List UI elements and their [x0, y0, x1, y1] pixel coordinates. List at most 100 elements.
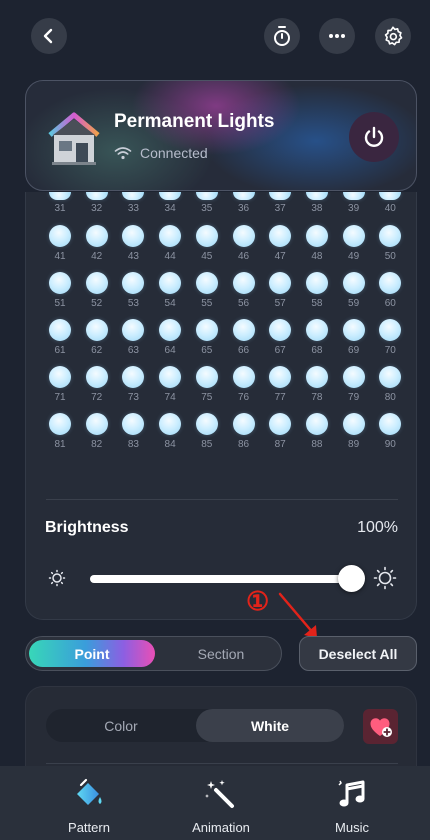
light-point[interactable]: 75: [189, 366, 225, 403]
light-point[interactable]: 78: [299, 366, 335, 403]
light-point[interactable]: 47: [262, 225, 298, 262]
light-number: 57: [274, 298, 286, 309]
more-button[interactable]: [319, 18, 355, 54]
light-dot: [122, 413, 145, 435]
light-point[interactable]: 59: [336, 272, 372, 309]
light-point[interactable]: 88: [299, 413, 335, 450]
light-point[interactable]: 38: [299, 192, 335, 214]
light-point[interactable]: 69: [336, 319, 372, 356]
light-point[interactable]: 44: [152, 225, 188, 262]
light-point[interactable]: 60: [372, 272, 408, 309]
light-point[interactable]: 66: [226, 319, 262, 356]
light-point[interactable]: 37: [262, 192, 298, 214]
light-point[interactable]: 65: [189, 319, 225, 356]
timer-button[interactable]: [264, 18, 300, 54]
light-point[interactable]: 45: [189, 225, 225, 262]
light-point[interactable]: 72: [79, 366, 115, 403]
light-point[interactable]: 73: [115, 366, 151, 403]
light-dot: [305, 319, 328, 341]
nav-pattern[interactable]: Pattern: [29, 766, 149, 840]
connection-status: Connected: [114, 145, 208, 161]
light-point[interactable]: 77: [262, 366, 298, 403]
light-point[interactable]: 46: [226, 225, 262, 262]
white-tab[interactable]: White: [196, 709, 344, 742]
light-point[interactable]: 84: [152, 413, 188, 450]
light-point[interactable]: 51: [42, 272, 78, 309]
light-point[interactable]: 62: [79, 319, 115, 356]
power-button[interactable]: [349, 112, 399, 162]
light-point[interactable]: 64: [152, 319, 188, 356]
light-point[interactable]: 55: [189, 272, 225, 309]
light-point[interactable]: 76: [226, 366, 262, 403]
light-point[interactable]: 87: [262, 413, 298, 450]
light-point[interactable]: 50: [372, 225, 408, 262]
light-dot: [269, 366, 292, 388]
light-point[interactable]: 52: [79, 272, 115, 309]
brightness-slider[interactable]: [90, 575, 352, 583]
nav-music-icon-wrap: [332, 776, 372, 812]
light-number: 74: [164, 392, 176, 403]
light-point[interactable]: 35: [189, 192, 225, 214]
top-bar: [0, 0, 430, 76]
light-point[interactable]: 80: [372, 366, 408, 403]
light-point[interactable]: 70: [372, 319, 408, 356]
light-row: 51 52 53 54 55 56 57 58 59 60: [42, 272, 402, 312]
light-dot: [342, 413, 365, 435]
light-point[interactable]: 81: [42, 413, 78, 450]
settings-button[interactable]: [375, 18, 411, 54]
light-point[interactable]: 33: [115, 192, 151, 214]
light-point[interactable]: 54: [152, 272, 188, 309]
add-favorite-button[interactable]: [363, 709, 398, 744]
nav-pattern-label: Pattern: [68, 820, 110, 835]
section-tab[interactable]: Section: [166, 640, 276, 667]
light-point[interactable]: 83: [115, 413, 151, 450]
light-point[interactable]: 74: [152, 366, 188, 403]
light-point[interactable]: 42: [79, 225, 115, 262]
light-point[interactable]: 63: [115, 319, 151, 356]
deselect-all-button[interactable]: Deselect All: [299, 636, 417, 671]
light-point[interactable]: 34: [152, 192, 188, 214]
divider: [46, 763, 398, 764]
point-tab[interactable]: Point: [29, 640, 155, 667]
light-dot: [232, 319, 255, 341]
light-point[interactable]: 43: [115, 225, 151, 262]
color-tab[interactable]: Color: [46, 709, 196, 742]
light-point[interactable]: 57: [262, 272, 298, 309]
light-point[interactable]: 41: [42, 225, 78, 262]
light-point[interactable]: 40: [372, 192, 408, 214]
light-point[interactable]: 82: [79, 413, 115, 450]
light-point[interactable]: 71: [42, 366, 78, 403]
back-button[interactable]: [31, 18, 67, 54]
annotation-marker: ①: [246, 586, 270, 616]
stopwatch-icon: [274, 26, 290, 46]
light-dot: [85, 319, 108, 341]
light-dot: [195, 192, 218, 200]
light-point[interactable]: 32: [79, 192, 115, 214]
light-point[interactable]: 48: [299, 225, 335, 262]
light-point[interactable]: 79: [336, 366, 372, 403]
light-point[interactable]: 36: [226, 192, 262, 214]
brightness-slider-handle[interactable]: [338, 565, 365, 592]
light-point[interactable]: 67: [262, 319, 298, 356]
brightness-value: 100%: [357, 519, 398, 536]
light-point[interactable]: 61: [42, 319, 78, 356]
light-number: 49: [348, 251, 360, 262]
light-point[interactable]: 39: [336, 192, 372, 214]
light-point[interactable]: 68: [299, 319, 335, 356]
light-point[interactable]: 85: [189, 413, 225, 450]
light-number: 45: [201, 251, 213, 262]
light-dot: [342, 225, 365, 247]
light-point[interactable]: 86: [226, 413, 262, 450]
light-point[interactable]: 89: [336, 413, 372, 450]
light-number: 52: [91, 298, 103, 309]
light-point[interactable]: 90: [372, 413, 408, 450]
nav-music[interactable]: Music: [292, 766, 412, 840]
light-point[interactable]: 31: [42, 192, 78, 214]
light-point[interactable]: 56: [226, 272, 262, 309]
divider: [46, 499, 398, 500]
nav-animation[interactable]: Animation: [161, 766, 281, 840]
light-point[interactable]: 49: [336, 225, 372, 262]
light-dot: [159, 225, 182, 247]
light-point[interactable]: 53: [115, 272, 151, 309]
light-point[interactable]: 58: [299, 272, 335, 309]
